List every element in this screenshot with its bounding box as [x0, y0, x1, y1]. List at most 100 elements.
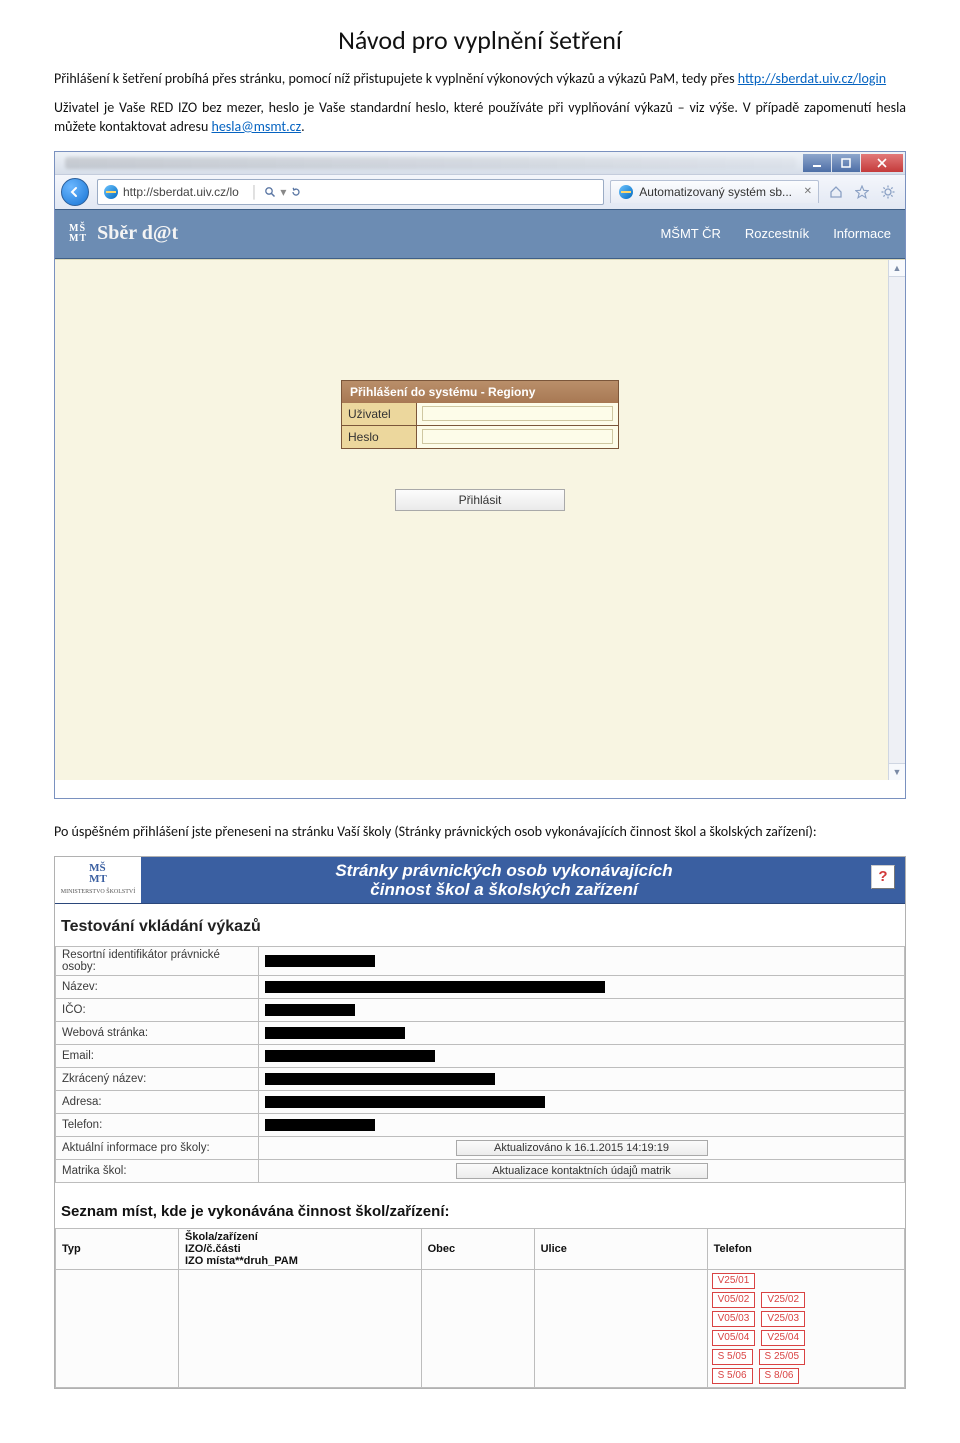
favorites-icon[interactable] — [855, 185, 869, 199]
subsection-title: Seznam míst, kde je vykonávána činnost š… — [61, 1203, 905, 1220]
intro-text-2b: . — [301, 118, 305, 135]
school-header-title: Stránky právnických osob vykonávajících … — [141, 857, 867, 903]
contact-email-link[interactable]: hesla@msmt.cz — [211, 118, 301, 135]
window-titlebar — [55, 151, 905, 174]
app-title: Sběr d@t — [97, 222, 178, 245]
msmt-logo: MŠMT MINISTERSTVO ŠKOLSTVÍ — [55, 857, 141, 903]
label-web: Webová stránka: — [56, 1021, 259, 1044]
intro-paragraph-2: Uživatel je Vaše RED IZO bez mezer, hesl… — [54, 99, 906, 137]
scroll-up-icon[interactable]: ▲ — [889, 260, 905, 277]
nav-msmt[interactable]: MŠMT ČR — [660, 226, 720, 241]
tag-link[interactable]: S 5/06 — [712, 1368, 753, 1384]
label-adresa: Adresa: — [56, 1090, 259, 1113]
minimize-button[interactable] — [803, 154, 831, 172]
scrollbar[interactable]: ▲ ▼ — [888, 260, 905, 780]
tag-link[interactable]: V25/03 — [761, 1311, 805, 1327]
th-izo: Škola/zařízení IZO/č.části IZO místa**dr… — [179, 1228, 422, 1269]
tag-link[interactable]: S 25/05 — [759, 1349, 805, 1365]
th-telefon: Telefon — [707, 1228, 904, 1269]
app-logo: MŠMT — [69, 224, 87, 244]
intro-text-2: Uživatel je Vaše RED IZO bez mezer, hesl… — [54, 99, 906, 135]
login-url-link[interactable]: http://sberdat.uiv.cz/login — [738, 70, 886, 87]
app-body: ▲ ▼ Přihlášení do systému - Regiony Uživ… — [55, 259, 905, 780]
value-aktualni: Aktualizováno k 16.1.2015 14:19:19 — [259, 1136, 905, 1159]
tag-link[interactable]: V25/01 — [712, 1273, 756, 1289]
maximize-button[interactable] — [832, 154, 860, 172]
home-icon[interactable] — [829, 185, 843, 199]
tab-close-icon[interactable]: ✕ — [804, 186, 812, 197]
label-telefon: Telefon: — [56, 1113, 259, 1136]
value-email — [259, 1044, 905, 1067]
close-button[interactable] — [861, 154, 903, 172]
section-title: Testování vkládání výkazů — [61, 918, 905, 936]
window-controls — [802, 154, 903, 172]
back-button[interactable] — [61, 178, 89, 206]
refresh-icon[interactable] — [290, 186, 302, 198]
pass-label: Heslo — [342, 426, 417, 448]
label-matrika: Matrika škol: — [56, 1159, 259, 1182]
tag-link[interactable]: V05/04 — [712, 1330, 756, 1346]
nav-informace[interactable]: Informace — [833, 226, 891, 241]
browser-tab[interactable]: Automatizovaný systém sb... ✕ — [610, 180, 819, 203]
school-header: MŠMT MINISTERSTVO ŠKOLSTVÍ Stránky právn… — [55, 857, 905, 904]
tag-link[interactable]: V25/04 — [761, 1330, 805, 1346]
tag-link[interactable]: V05/02 — [712, 1292, 756, 1308]
info-table: Resortní identifikátor právnické osoby: … — [55, 946, 905, 1183]
label-zkraceny: Zkrácený název: — [56, 1067, 259, 1090]
separator: │ — [251, 185, 259, 199]
tag-link[interactable]: V05/03 — [712, 1311, 756, 1327]
value-telefon — [259, 1113, 905, 1136]
update-button-2[interactable]: Aktualizace kontaktních údajů matrik — [456, 1163, 708, 1179]
header-line-2: činnost škol a školských zařízení — [370, 880, 637, 899]
logo-subtitle: MINISTERSTVO ŠKOLSTVÍ — [61, 887, 136, 897]
login-button[interactable]: Přihlásit — [395, 489, 565, 511]
table-row: Matrika škol: Aktualizace kontaktních úda… — [56, 1159, 905, 1182]
user-input[interactable] — [422, 406, 613, 421]
gear-icon[interactable] — [881, 185, 895, 199]
app-nav: MŠMT ČR Rozcestník Informace — [660, 226, 891, 241]
nav-rozcestnik[interactable]: Rozcestník — [745, 226, 809, 241]
th-ulice: Ulice — [534, 1228, 707, 1269]
label-email: Email: — [56, 1044, 259, 1067]
tab-label: Automatizovaný systém sb... — [639, 185, 792, 199]
value-zkraceny — [259, 1067, 905, 1090]
table-row: Zkrácený název: — [56, 1067, 905, 1090]
intro-paragraph-1: Přihlášení k šetření probíhá přes stránk… — [54, 70, 906, 89]
tag-link[interactable]: S 8/06 — [759, 1368, 800, 1384]
value-adresa — [259, 1090, 905, 1113]
search-icon[interactable] — [264, 186, 276, 198]
school-page: MŠMT MINISTERSTVO ŠKOLSTVÍ Stránky právn… — [54, 856, 906, 1389]
scroll-down-icon[interactable]: ▼ — [889, 763, 905, 780]
table-row: Telefon: — [56, 1113, 905, 1136]
th-typ: Typ — [56, 1228, 179, 1269]
address-bar-row: http://sberdat.uiv.cz/lo │ ▾ Automatizov… — [55, 174, 905, 209]
cell-typ — [56, 1269, 179, 1387]
ie-icon — [104, 185, 118, 199]
tag-link[interactable]: V25/02 — [761, 1292, 805, 1308]
cell-ulice — [534, 1269, 707, 1387]
table-row: Email: — [56, 1044, 905, 1067]
value-nazev — [259, 975, 905, 998]
login-form: Přihlášení do systému - Regiony Uživatel… — [341, 380, 619, 511]
intro-paragraph-3: Po úspěšném přihlášení jste přeneseni na… — [54, 823, 906, 842]
table-row: V25/01 V05/02 V25/02 V05/03 V25/03 V05/04 V… — [56, 1269, 905, 1387]
toolbar-icons — [829, 185, 895, 199]
header-line-1: Stránky právnických osob vykonávajících — [335, 861, 672, 880]
help-button[interactable]: ? — [871, 865, 895, 889]
update-button-1[interactable]: Aktualizováno k 16.1.2015 14:19:19 — [456, 1140, 708, 1156]
table-row: IČO: — [56, 998, 905, 1021]
tag-link[interactable]: S 5/05 — [712, 1349, 753, 1365]
login-row-user: Uživatel — [341, 403, 619, 426]
user-label: Uživatel — [342, 403, 417, 425]
login-title: Přihlášení do systému - Regiony — [341, 380, 619, 403]
blurred-title — [65, 157, 796, 169]
th-obec: Obec — [421, 1228, 534, 1269]
schools-table: Typ Škola/zařízení IZO/č.části IZO místa… — [55, 1228, 905, 1388]
address-bar[interactable]: http://sberdat.uiv.cz/lo │ ▾ — [97, 179, 604, 205]
page-title: Návod pro vyplnění šetření — [54, 24, 906, 56]
table-row: Resortní identifikátor právnické osoby: — [56, 946, 905, 975]
pass-input[interactable] — [422, 429, 613, 444]
browser-window: http://sberdat.uiv.cz/lo │ ▾ Automatizov… — [54, 151, 906, 799]
intro-text-1: Přihlášení k šetření probíhá přes stránk… — [54, 70, 738, 87]
table-row: Název: — [56, 975, 905, 998]
